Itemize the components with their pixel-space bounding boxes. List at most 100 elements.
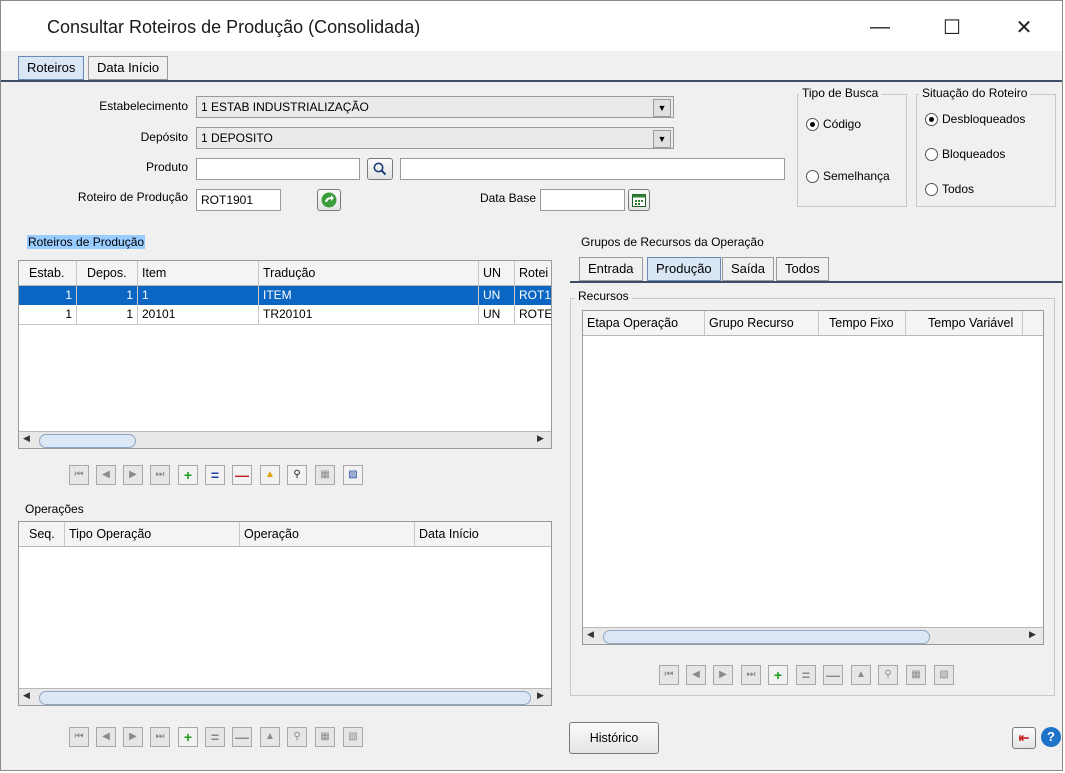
export-icon[interactable]: ▧ (934, 665, 954, 685)
up-icon[interactable]: ▲ (260, 727, 280, 747)
next-record-icon[interactable]: ▶ (713, 665, 733, 685)
tab-roteiros[interactable]: Roteiros (18, 56, 85, 80)
col-seq[interactable]: Seq. (19, 522, 65, 546)
col-roteiro[interactable]: Rotei (515, 261, 551, 285)
next-record-icon[interactable]: ▶ (123, 465, 143, 485)
situacao-title: Situação do Roteiro (919, 86, 1031, 100)
first-record-icon[interactable]: ⏮ (69, 727, 89, 747)
up-icon[interactable]: ▲ (260, 465, 280, 485)
roteiros-grid[interactable]: Estab. Depos. Item Tradução UN Rotei 1 1… (18, 260, 552, 449)
export-icon[interactable]: ▧ (343, 465, 363, 485)
table-view-icon[interactable]: ▦ (315, 727, 335, 747)
col-item[interactable]: Item (138, 261, 259, 285)
roteiro-input[interactable]: ROT1901 (196, 189, 281, 211)
close-icon[interactable]: ✕ (1001, 11, 1047, 43)
col-data-inicio[interactable]: Data Início (415, 522, 551, 546)
col-estab[interactable]: Estab. (19, 261, 77, 285)
tab-data-inicio[interactable]: Data Início (88, 56, 169, 80)
estabelecimento-label: Estabelecimento (99, 99, 188, 113)
scroll-right-icon[interactable]: ▶ (537, 690, 544, 701)
tab-entrada[interactable]: Entrada (579, 257, 643, 281)
search-icon[interactable]: ⚲ (878, 665, 898, 685)
remove-icon[interactable]: — (823, 665, 843, 685)
prev-record-icon[interactable]: ◀ (686, 665, 706, 685)
scroll-left-icon[interactable]: ◀ (23, 433, 30, 444)
recursos-grid[interactable]: Etapa Operação Grupo Recurso Tempo Fixo … (582, 310, 1044, 645)
first-record-icon[interactable]: ⏮ (69, 465, 89, 485)
tab-todos[interactable]: Todos (776, 257, 829, 281)
tab-producao[interactable]: Produção (647, 257, 721, 281)
first-record-icon[interactable]: ⏮ (659, 665, 679, 685)
magnifier-icon[interactable] (367, 158, 393, 180)
produto-input[interactable] (196, 158, 360, 180)
remove-icon[interactable]: — (232, 727, 252, 747)
col-un[interactable]: UN (479, 261, 515, 285)
recursos-grid-header: Etapa Operação Grupo Recurso Tempo Fixo … (583, 311, 1043, 336)
grupos-tab-separator (570, 281, 1062, 283)
table-view-icon[interactable]: ▦ (906, 665, 926, 685)
col-etapa-operacao[interactable]: Etapa Operação (583, 311, 705, 335)
next-record-icon[interactable]: ▶ (123, 727, 143, 747)
col-depos[interactable]: Depos. (77, 261, 138, 285)
scroll-left-icon[interactable]: ◀ (23, 690, 30, 701)
table-row[interactable]: 1 1 1 ITEM UN ROT1 (19, 286, 551, 305)
scroll-right-icon[interactable]: ▶ (1029, 629, 1036, 640)
scroll-left-icon[interactable]: ◀ (587, 629, 594, 640)
search-icon[interactable]: ⚲ (287, 727, 307, 747)
chevron-down-icon[interactable]: ▼ (653, 99, 671, 117)
col-tipo-operacao[interactable]: Tipo Operação (65, 522, 240, 546)
green-arrow-icon[interactable] (317, 189, 341, 211)
help-icon[interactable]: ? (1041, 727, 1061, 747)
main-window: Consultar Roteiros de Produção (Consolid… (0, 0, 1063, 771)
horizontal-scrollbar[interactable]: ◀ ▶ (19, 431, 551, 448)
tab-saida[interactable]: Saída (722, 257, 774, 281)
minimize-icon[interactable]: — (857, 11, 903, 43)
last-record-icon[interactable]: ⏭ (150, 727, 170, 747)
historico-button[interactable]: Histórico (569, 722, 659, 754)
col-operacao[interactable]: Operação (240, 522, 415, 546)
chevron-down-icon[interactable]: ▼ (653, 130, 671, 148)
radio-codigo[interactable]: Código (806, 117, 861, 131)
estabelecimento-select[interactable]: 1 ESTAB INDUSTRIALIZAÇÃO ▼ (196, 96, 674, 118)
add-icon[interactable]: + (768, 665, 788, 685)
edit-icon[interactable]: = (205, 727, 225, 747)
radio-semelhanca[interactable]: Semelhança (806, 169, 890, 183)
radio-desbloqueados[interactable]: Desbloqueados (925, 112, 1025, 126)
scroll-thumb[interactable] (39, 434, 136, 448)
table-row[interactable]: 1 1 20101 TR20101 UN ROTE (19, 305, 551, 325)
export-icon[interactable]: ▧ (343, 727, 363, 747)
data-base-input[interactable] (540, 189, 625, 211)
add-icon[interactable]: + (178, 465, 198, 485)
prev-record-icon[interactable]: ◀ (96, 727, 116, 747)
horizontal-scrollbar[interactable]: ◀ ▶ (583, 627, 1043, 644)
deposito-select[interactable]: 1 DEPOSITO ▼ (196, 127, 674, 149)
remove-icon[interactable]: — (232, 465, 252, 485)
add-icon[interactable]: + (178, 727, 198, 747)
exit-icon[interactable]: ⇤ (1012, 727, 1036, 749)
radio-selected-icon (806, 117, 819, 131)
last-record-icon[interactable]: ⏭ (741, 665, 761, 685)
up-icon[interactable]: ▲ (851, 665, 871, 685)
prev-record-icon[interactable]: ◀ (96, 465, 116, 485)
calendar-icon[interactable] (628, 189, 650, 211)
search-icon[interactable]: ⚲ (287, 465, 307, 485)
edit-icon[interactable]: = (205, 465, 225, 485)
last-record-icon[interactable]: ⏭ (150, 465, 170, 485)
scroll-right-icon[interactable]: ▶ (537, 433, 544, 444)
roteiro-label: Roteiro de Produção (77, 190, 188, 204)
maximize-icon[interactable]: ☐ (929, 11, 975, 43)
operacoes-grid[interactable]: Seq. Tipo Operação Operação Data Início … (18, 521, 552, 706)
scroll-thumb[interactable] (39, 691, 531, 705)
table-view-icon[interactable]: ▦ (315, 465, 335, 485)
col-tempo-variavel[interactable]: Tempo Variável (906, 311, 1023, 335)
edit-icon[interactable]: = (796, 665, 816, 685)
col-traducao[interactable]: Tradução (259, 261, 479, 285)
radio-bloqueados[interactable]: Bloqueados (925, 147, 1005, 161)
radio-todos[interactable]: Todos (925, 182, 974, 196)
col-grupo-recurso[interactable]: Grupo Recurso (705, 311, 819, 335)
scroll-thumb[interactable] (603, 630, 930, 644)
horizontal-scrollbar[interactable]: ◀ ▶ (19, 688, 551, 705)
title-bar: Consultar Roteiros de Produção (Consolid… (1, 1, 1062, 51)
col-tempo-fixo[interactable]: Tempo Fixo (819, 311, 906, 335)
tipo-busca-group (797, 94, 907, 207)
